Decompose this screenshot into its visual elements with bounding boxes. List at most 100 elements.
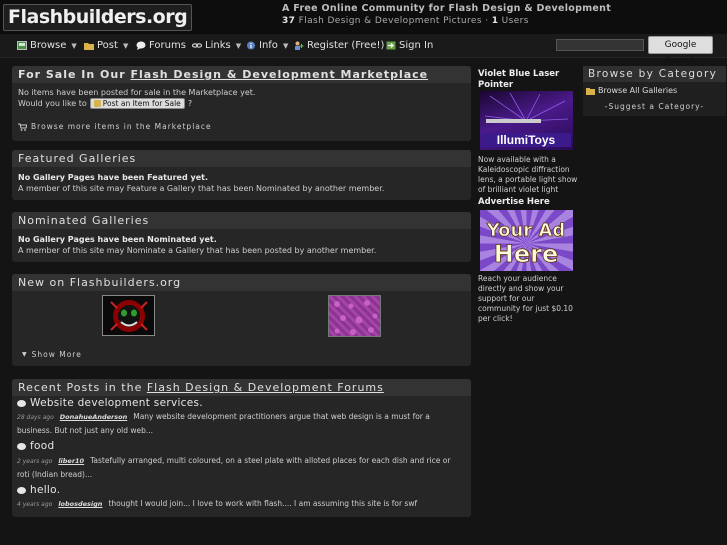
chevron-down-icon: ▼ <box>235 41 242 50</box>
post-age: 28 days ago <box>17 414 54 421</box>
nav-links[interactable]: Links ▼ <box>192 40 241 51</box>
browse-icon <box>17 41 27 50</box>
suggest-category-link[interactable]: -Suggest a Category- <box>583 102 726 111</box>
nav-post[interactable]: Post ▼ <box>84 40 128 51</box>
new-on-title: New on Flashbuilders.org <box>12 274 471 291</box>
post-meta: 28 days ago DonahueAnderson Many website d… <box>17 410 465 437</box>
post-title[interactable]: Website development services. <box>17 397 203 409</box>
post-item-for-sale-button[interactable]: Post an Item for Sale <box>89 98 185 109</box>
cart-icon <box>18 123 27 131</box>
recent-posts-panel: Recent Posts in the Flash Design & Devel… <box>12 379 471 517</box>
site-header: Flashbuilders.org A Free Online Communit… <box>0 0 727 34</box>
pictures-count: 37 <box>282 16 296 26</box>
folder-icon <box>586 87 595 95</box>
marketplace-prompt-end: ? <box>187 99 193 108</box>
search-input[interactable] <box>556 39 644 51</box>
marketplace-title-link[interactable]: Flash Design & Development Marketplace <box>130 68 428 81</box>
speech-bubble-icon <box>136 41 146 50</box>
users-count: 1 <box>491 16 499 26</box>
nav-forums[interactable]: Forums <box>136 40 186 51</box>
nominated-galleries-title: Nominated Galleries <box>12 212 471 229</box>
browse-by-category-box: Browse by Category Browse All Galleries … <box>583 66 726 116</box>
post-user[interactable]: DonahueAnderson <box>60 413 127 421</box>
browse-by-category-title: Browse by Category <box>583 66 726 82</box>
register-icon <box>295 41 304 50</box>
nav-register[interactable]: Register (Free!) <box>294 40 384 51</box>
post-age: 4 years ago <box>17 501 53 508</box>
nav-register-label: Register (Free!) <box>307 40 385 51</box>
info-icon <box>247 41 255 50</box>
recent-posts-title-prefix: Recent Posts in the <box>18 381 147 394</box>
featured-text: A member of this site may Feature a Gall… <box>18 184 385 193</box>
post-user[interactable]: liber10 <box>58 457 84 465</box>
featured-bold: No Gallery Pages have been Featured yet. <box>18 173 208 182</box>
post-age: 2 years ago <box>17 458 53 465</box>
nav-sign-in-label: Sign In <box>399 40 434 51</box>
marketplace-title-prefix: For Sale In Our <box>18 68 131 81</box>
post-excerpt: thought I would join... I love to work w… <box>108 499 418 508</box>
link-icon <box>192 43 202 48</box>
post-meta: 4 years ago lobosdesign thought I would jo… <box>17 497 465 511</box>
marketplace-empty-text: No items have been posted for sale in th… <box>18 88 256 97</box>
post-title-text: hello. <box>30 484 61 496</box>
purple-pattern-thumbnail[interactable] <box>328 295 381 337</box>
featured-galleries-panel: Featured Galleries No Gallery Pages have… <box>12 150 471 200</box>
browse-all-galleries-label: Browse All Galleries <box>598 86 678 95</box>
nav-info-label: Info <box>259 40 278 51</box>
pictures-label: Flash Design & Development Pictures · <box>298 16 492 26</box>
marketplace-panel: For Sale In Our Flash Design & Developme… <box>12 66 471 141</box>
nav-forums-label: Forums <box>149 40 186 51</box>
site-tagline: A Free Online Community for Flash Design… <box>282 3 612 14</box>
nominated-text: A member of this site may Nominate a Gal… <box>18 246 377 255</box>
speech-bubble-icon <box>17 442 26 450</box>
browse-marketplace-label: Browse more items in the Marketplace <box>31 122 212 131</box>
main-nav: Browse ▼ Post ▼ Forums Links ▼ Info ▼ Re… <box>0 34 727 66</box>
ad1-image[interactable]: IllumiToys <box>480 91 573 150</box>
speech-bubble-icon <box>17 486 26 494</box>
ad2-image[interactable]: Your Ad Here <box>480 210 573 271</box>
nominated-bold-text: No Gallery Pages have been Nominated yet… <box>18 235 217 244</box>
marketplace-prompt: Would you like to Post an Item for Sale … <box>18 98 192 109</box>
marketplace-prompt-text: Would you like to <box>18 99 87 108</box>
nav-browse[interactable]: Browse ▼ <box>17 40 77 51</box>
site-stats: 37 Flash Design & Development Pictures ·… <box>282 16 529 26</box>
marketplace-title: For Sale In Our Flash Design & Developme… <box>12 66 471 83</box>
nav-links-label: Links <box>205 40 231 51</box>
post-title-text: food <box>30 440 55 452</box>
post-title[interactable]: hello. <box>17 484 60 496</box>
nav-post-label: Post <box>97 40 118 51</box>
folder-icon <box>84 43 94 50</box>
red-face-thumbnail[interactable] <box>102 295 155 336</box>
post-item-for-sale-label: Post an Item for Sale <box>102 99 181 108</box>
new-on-panel: New on Flashbuilders.org ▼ Show More <box>12 274 471 366</box>
ad1-title[interactable]: Violet Blue Laser Pointer <box>478 69 568 91</box>
featured-galleries-title: Featured Galleries <box>12 150 471 167</box>
ad2-text: Reach your audience directly and show yo… <box>478 274 573 323</box>
post-title[interactable]: food <box>17 440 54 452</box>
nav-sign-in[interactable]: Sign In <box>386 40 433 51</box>
show-more-label: Show More <box>31 350 82 359</box>
chevron-down-icon: ▼ <box>22 351 28 358</box>
ad2-image-line2: Here <box>494 240 558 268</box>
nav-browse-label: Browse <box>30 40 67 51</box>
post-user[interactable]: lobosdesign <box>58 500 102 508</box>
nav-info[interactable]: Info ▼ <box>246 40 288 51</box>
forums-link[interactable]: Flash Design & Development Forums <box>147 381 384 394</box>
nominated-galleries-panel: Nominated Galleries No Gallery Pages hav… <box>12 212 471 262</box>
chevron-down-icon: ▼ <box>282 41 289 50</box>
post-meta: 2 years ago liber10 Tastefully arranged, m… <box>17 454 465 481</box>
nominated-bold: No Gallery Pages have been Nominated yet… <box>18 235 217 244</box>
ad2-image-line1: Your Ad <box>486 220 566 241</box>
google-search-button[interactable]: Google Search <box>648 36 713 66</box>
users-label: Users <box>501 16 529 26</box>
featured-bold-text: No Gallery Pages have been Featured yet. <box>18 173 208 182</box>
browse-all-galleries-link[interactable]: Browse All Galleries <box>586 86 677 95</box>
show-more-link[interactable]: ▼ Show More <box>22 350 82 359</box>
sign-in-icon <box>386 41 396 50</box>
ad1-text: Now available with a Kaleidoscopic diffr… <box>478 155 578 194</box>
ad2-title[interactable]: Advertise Here <box>478 197 550 208</box>
post-title-text: Website development services. <box>30 397 203 409</box>
recent-posts-title: Recent Posts in the Flash Design & Devel… <box>12 379 471 396</box>
browse-marketplace-link[interactable]: Browse more items in the Marketplace <box>18 122 212 131</box>
site-logo[interactable]: Flashbuilders.org <box>3 4 193 31</box>
